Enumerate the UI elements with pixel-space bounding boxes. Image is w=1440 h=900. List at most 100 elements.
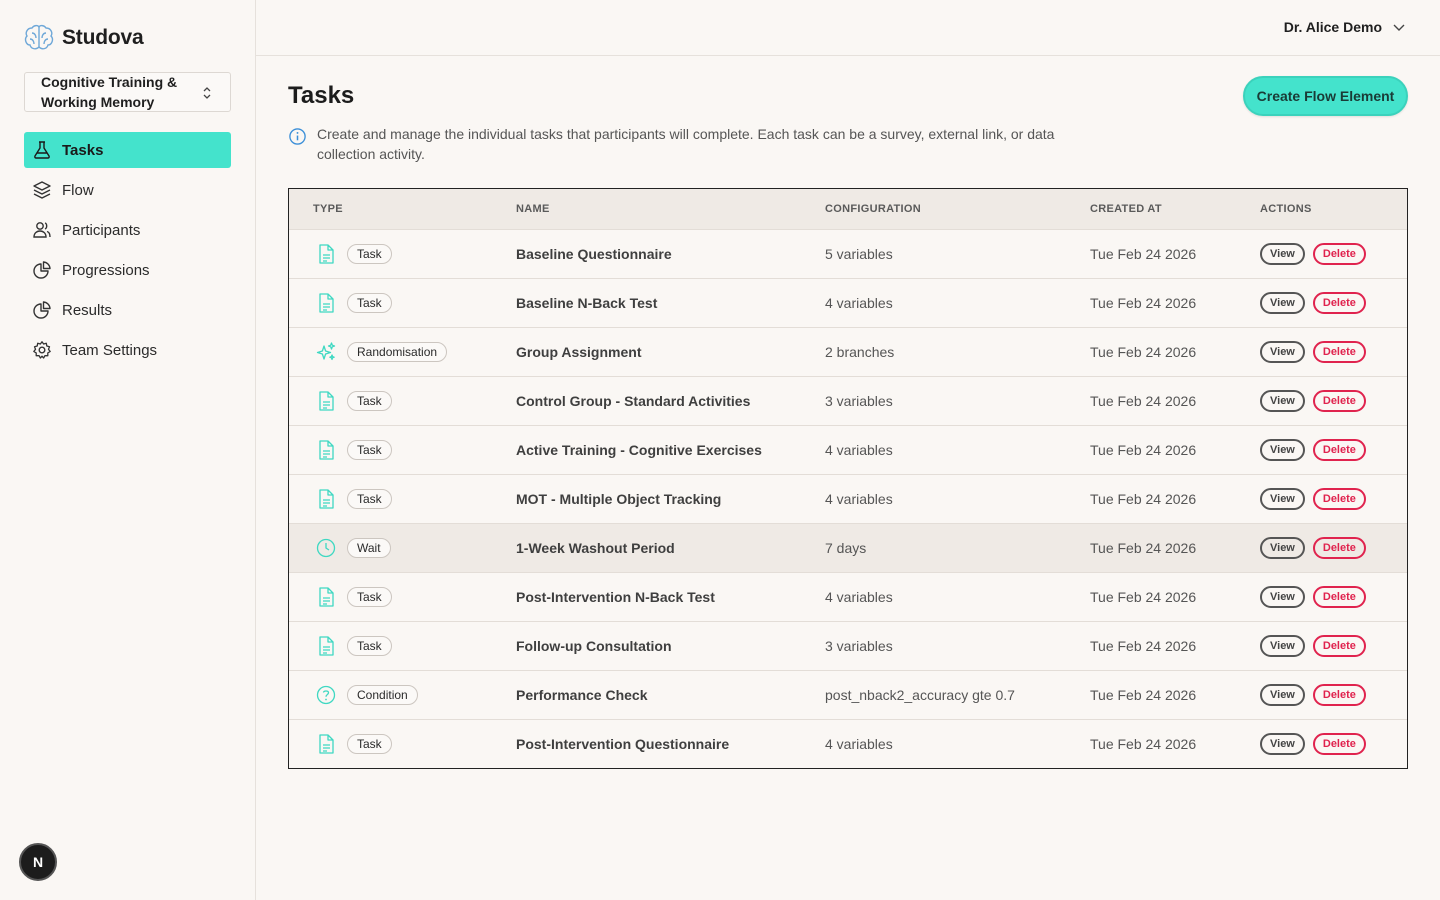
sidebar-item-label: Results xyxy=(62,301,113,319)
delete-button[interactable]: Delete xyxy=(1312,389,1366,412)
sidebar-item-label: Participants xyxy=(62,221,141,239)
table-row[interactable]: Wait 1-Week Washout Period 7 days Tue Fe… xyxy=(289,523,1407,572)
sidebar-item-participants[interactable]: Participants xyxy=(24,212,231,248)
table-row[interactable]: Task Baseline Questionnaire 5 variables … xyxy=(289,229,1407,278)
view-button[interactable]: View xyxy=(1260,634,1305,657)
column-header-type: TYPE xyxy=(313,202,343,215)
task-configuration: 4 variables xyxy=(825,294,893,311)
delete-button[interactable]: Delete xyxy=(1312,438,1366,461)
task-configuration: 5 variables xyxy=(825,245,893,262)
delete-button[interactable]: Delete xyxy=(1312,585,1366,608)
delete-button[interactable]: Delete xyxy=(1312,340,1366,363)
user-menu[interactable]: Dr. Alice Demo xyxy=(1284,19,1406,35)
sparkles-icon xyxy=(316,341,336,360)
document-icon xyxy=(319,635,334,656)
document-icon xyxy=(319,390,334,411)
clock-icon xyxy=(316,538,336,557)
table-row[interactable]: Task Follow-up Consultation 3 variables … xyxy=(289,621,1407,670)
task-name: Group Assignment xyxy=(516,343,642,360)
task-name: Follow-up Consultation xyxy=(516,637,672,654)
view-button[interactable]: View xyxy=(1260,340,1305,363)
task-created-at: Tue Feb 24 2026 xyxy=(1090,637,1197,654)
task-configuration: 4 variables xyxy=(825,441,893,458)
task-configuration: 4 variables xyxy=(825,735,893,752)
task-created-at: Tue Feb 24 2026 xyxy=(1090,539,1197,556)
table-row[interactable]: Task Baseline N-Back Test 4 variables Tu… xyxy=(289,278,1407,327)
task-created-at: Tue Feb 24 2026 xyxy=(1090,294,1197,311)
type-cell: Condition xyxy=(289,670,492,719)
delete-button[interactable]: Delete xyxy=(1312,487,1366,510)
actions-cell: View Delete xyxy=(1236,523,1407,572)
view-button[interactable]: View xyxy=(1260,487,1305,510)
view-button[interactable]: View xyxy=(1260,438,1305,461)
task-name: Post-Intervention Questionnaire xyxy=(516,735,730,752)
actions-cell: View Delete xyxy=(1236,621,1407,670)
type-cell: Task xyxy=(289,572,492,621)
task-name: 1-Week Washout Period xyxy=(516,539,675,556)
delete-button[interactable]: Delete xyxy=(1312,291,1366,314)
sidebar-item-label: Team Settings xyxy=(62,341,158,359)
column-header-actions: ACTIONS xyxy=(1260,202,1312,215)
sidebar-item-tasks[interactable]: Tasks xyxy=(24,132,231,168)
sidebar-item-flow[interactable]: Flow xyxy=(24,172,231,208)
table-row[interactable]: Task Post-Intervention N-Back Test 4 var… xyxy=(289,572,1407,621)
type-badge: Task xyxy=(347,733,392,754)
type-cell: Task xyxy=(289,278,492,327)
column-header-created-at: CREATED AT xyxy=(1090,202,1162,215)
sidebar-item-progressions[interactable]: Progressions xyxy=(24,252,231,288)
view-button[interactable]: View xyxy=(1260,536,1305,559)
type-cell: Task xyxy=(289,229,492,278)
delete-button[interactable]: Delete xyxy=(1312,242,1366,265)
view-button[interactable]: View xyxy=(1260,732,1305,755)
sidebar-item-team-settings[interactable]: Team Settings xyxy=(24,332,231,368)
view-button[interactable]: View xyxy=(1260,389,1305,412)
task-name: Post-Intervention N-Back Test xyxy=(516,588,715,605)
delete-button[interactable]: Delete xyxy=(1312,683,1366,706)
view-button[interactable]: View xyxy=(1260,242,1305,265)
actions-cell: View Delete xyxy=(1236,327,1407,376)
task-configuration: 2 branches xyxy=(825,343,895,360)
document-icon xyxy=(319,243,334,264)
document-icon xyxy=(319,292,334,313)
delete-button[interactable]: Delete xyxy=(1312,634,1366,657)
delete-button[interactable]: Delete xyxy=(1312,732,1366,755)
table-row[interactable]: Task Active Training - Cognitive Exercis… xyxy=(289,425,1407,474)
type-badge: Randomisation xyxy=(347,341,448,362)
view-button[interactable]: View xyxy=(1260,291,1305,314)
document-icon xyxy=(319,488,334,509)
info-text: Create and manage the individual tasks t… xyxy=(317,126,1055,162)
brand[interactable]: Studova xyxy=(24,24,144,52)
pie-chart-icon xyxy=(33,301,51,319)
type-cell: Task xyxy=(289,474,492,523)
table-row[interactable]: Randomisation Group Assignment 2 branche… xyxy=(289,327,1407,376)
task-created-at: Tue Feb 24 2026 xyxy=(1090,392,1197,409)
info-description: Create and manage the individual tasks t… xyxy=(288,124,1068,164)
task-configuration: 3 variables xyxy=(825,392,893,409)
table-row[interactable]: Task MOT - Multiple Object Tracking 4 va… xyxy=(289,474,1407,523)
dev-tools-button[interactable]: N xyxy=(19,843,57,881)
sidebar: Studova Cognitive Training & Working Mem… xyxy=(0,0,256,900)
tasks-table: TYPE NAME CONFIGURATION CREATED AT ACTIO… xyxy=(288,188,1408,769)
task-created-at: Tue Feb 24 2026 xyxy=(1090,588,1197,605)
sidebar-item-results[interactable]: Results xyxy=(24,292,231,328)
actions-cell: View Delete xyxy=(1236,425,1407,474)
type-cell: Task xyxy=(289,425,492,474)
table-row[interactable]: Task Post-Intervention Questionnaire 4 v… xyxy=(289,719,1407,768)
create-flow-element-button[interactable]: Create Flow Element xyxy=(1243,76,1408,116)
view-button[interactable]: View xyxy=(1260,585,1305,608)
actions-cell: View Delete xyxy=(1236,376,1407,425)
study-selector[interactable]: Cognitive Training & Working Memory xyxy=(24,72,231,112)
document-icon xyxy=(319,586,334,607)
view-button[interactable]: View xyxy=(1260,683,1305,706)
info-icon xyxy=(289,128,306,145)
actions-cell: View Delete xyxy=(1236,572,1407,621)
task-created-at: Tue Feb 24 2026 xyxy=(1090,686,1197,703)
type-badge: Task xyxy=(347,586,392,607)
delete-button[interactable]: Delete xyxy=(1312,536,1366,559)
actions-cell: View Delete xyxy=(1236,719,1407,768)
task-configuration: 4 variables xyxy=(825,490,893,507)
table-row[interactable]: Condition Performance Check post_nback2_… xyxy=(289,670,1407,719)
sidebar-item-label: Tasks xyxy=(62,141,104,159)
task-configuration: 4 variables xyxy=(825,588,893,605)
table-row[interactable]: Task Control Group - Standard Activities… xyxy=(289,376,1407,425)
